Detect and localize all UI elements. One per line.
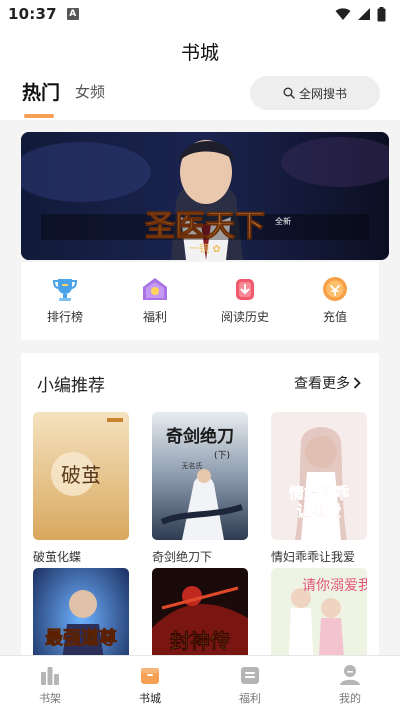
book-cover: 封神传 [152, 568, 248, 655]
book-title: 奇剑绝刀下 [152, 550, 213, 564]
wifi-icon [335, 8, 351, 20]
book-cover: 最强道尊 [33, 568, 129, 655]
bookstore-icon [141, 668, 159, 684]
banner[interactable]: 圣医天下 一镜 ✿ 全新 [21, 132, 389, 260]
book-item[interactable]: 最强道尊 [33, 568, 129, 655]
home-gift-icon [143, 278, 167, 300]
banner-badge: 全新 [275, 216, 291, 226]
history-icon [236, 279, 254, 300]
banner-title: 圣医天下 [145, 209, 265, 244]
search-icon [283, 87, 295, 99]
banner-subtitle: 一镜 ✿ [189, 242, 221, 255]
nav-profile[interactable]: 我的 [320, 664, 380, 706]
book-cover: 奇剑绝刀 (下) 无名氏 [152, 412, 248, 540]
quick-link-label: 阅读历史 [220, 310, 269, 324]
book-item[interactable]: 奇剑绝刀 (下) 无名氏 奇剑绝刀下 [152, 412, 248, 565]
battery-icon [377, 6, 386, 21]
book-item[interactable]: 情妇乖乖 让我爱 情妇乖乖让我爱 [271, 412, 367, 565]
nav-label: 书架 [39, 692, 61, 705]
coin-icon [323, 277, 347, 301]
status-bar: 10:37 A [0, 0, 400, 28]
svg-text:情妇乖乖: 情妇乖乖 [289, 484, 349, 502]
nav-welfare[interactable]: 福利 [220, 664, 280, 706]
nav-bookstore[interactable]: 书城 [120, 664, 180, 706]
book-cover: 情妇乖乖 让我爱 [271, 412, 367, 540]
book-item[interactable]: 封神传 [152, 568, 248, 655]
book-item[interactable]: 请你溺爱我 [271, 568, 367, 655]
svg-text:最强道尊: 最强道尊 [45, 627, 117, 649]
see-more-link[interactable]: 查看更多 [294, 373, 361, 393]
svg-text:封神传: 封神传 [170, 629, 230, 653]
book-item[interactable]: 破茧 破茧化蝶 [33, 412, 129, 565]
bottom-nav: 书架 书城 福利 我的 [0, 655, 400, 711]
quick-link-history[interactable]: 阅读历史 [210, 276, 280, 325]
quick-link-welfare[interactable]: 福利 [120, 276, 190, 325]
tab-hot[interactable]: 热门 [22, 78, 60, 105]
nav-bookshelf[interactable]: 书架 [20, 664, 80, 706]
quick-link-ranking[interactable]: 排行榜 [30, 276, 100, 325]
search-label: 全网搜书 [298, 86, 347, 101]
main-content[interactable]: 圣医天下 一镜 ✿ 全新 排行榜 福利 阅读历史 充值 小编推荐 查看更多 破茧… [0, 120, 400, 655]
chevron-right-icon [353, 377, 361, 389]
tab-female[interactable]: 女频 [75, 81, 105, 102]
welfare-icon [241, 667, 259, 684]
book-title: 情妇乖乖让我爱 [271, 550, 356, 564]
quick-link-label: 福利 [142, 310, 167, 324]
search-button[interactable]: 全网搜书 [250, 76, 380, 110]
nav-label: 书城 [139, 692, 161, 705]
banner-artwork: 圣医天下 一镜 ✿ 全新 [21, 132, 389, 260]
active-tab-indicator [24, 114, 54, 118]
svg-text:无名氏: 无名氏 [182, 461, 203, 470]
notification-badge-icon: A [66, 8, 79, 20]
profile-icon [340, 665, 360, 685]
nav-label: 福利 [239, 692, 261, 705]
book-cover: 请你溺爱我 [271, 568, 367, 655]
signal-icon [358, 8, 370, 20]
quick-link-label: 排行榜 [46, 310, 83, 324]
quick-link-label: 充值 [322, 310, 347, 324]
trophy-icon [52, 279, 78, 301]
quick-links: 排行榜 福利 阅读历史 充值 [21, 262, 379, 340]
see-more-label: 查看更多 [294, 376, 350, 392]
svg-text:请你溺爱我: 请你溺爱我 [302, 578, 367, 594]
nav-label: 我的 [339, 692, 361, 705]
svg-text:奇剑绝刀: 奇剑绝刀 [166, 426, 234, 447]
status-time: 10:37 [8, 5, 57, 23]
book-cover: 破茧 [33, 412, 129, 540]
header: 书城 热门 女频 全网搜书 [0, 28, 400, 120]
status-icons [335, 6, 386, 22]
svg-text:破茧: 破茧 [61, 463, 101, 487]
page-title: 书城 [180, 42, 219, 64]
quick-link-recharge[interactable]: 充值 [300, 276, 370, 325]
book-title: 破茧化蝶 [33, 550, 82, 564]
svg-text:(下): (下) [214, 451, 230, 461]
svg-text:让我爱: 让我爱 [296, 502, 341, 520]
bookshelf-icon [41, 667, 59, 685]
section-title: 小编推荐 [37, 376, 105, 396]
recommend-section: 小编推荐 查看更多 破茧 破茧化蝶 奇剑绝刀 (下) 无名氏 奇剑绝刀下 情妇乖… [21, 353, 379, 655]
